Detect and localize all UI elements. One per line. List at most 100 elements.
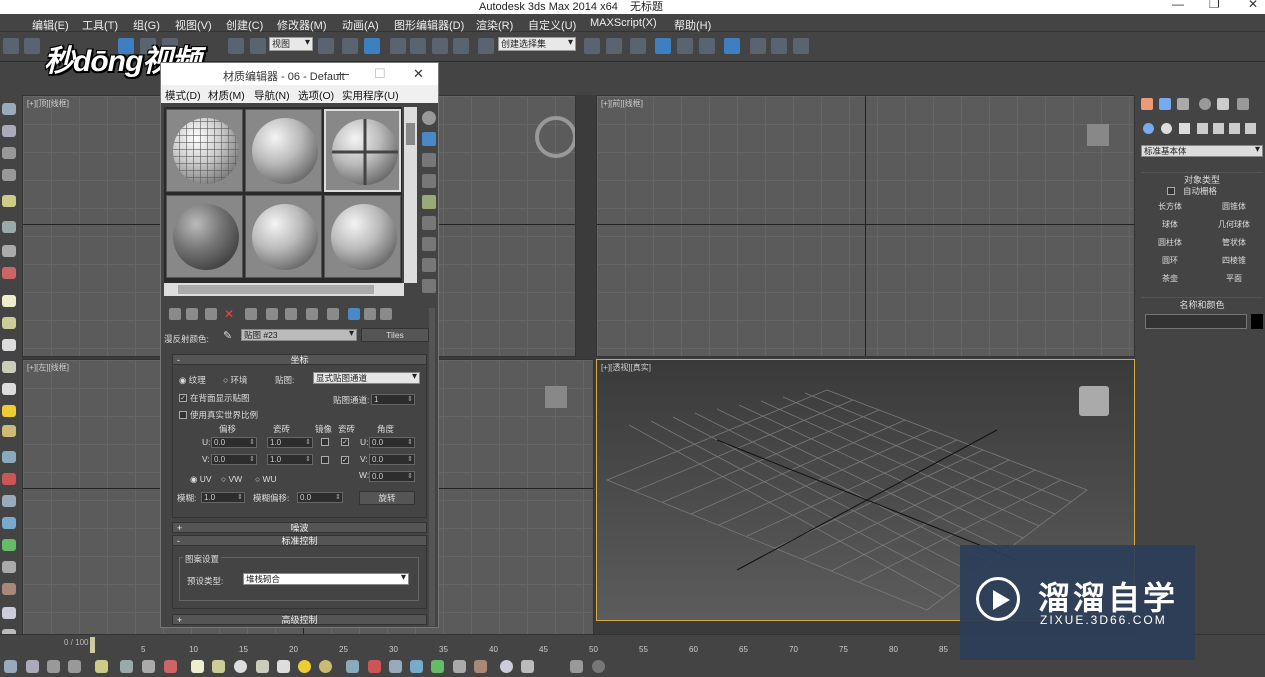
camera-icon[interactable] bbox=[2, 221, 16, 233]
sphere2-icon[interactable] bbox=[2, 425, 16, 437]
unlink-icon[interactable] bbox=[24, 38, 40, 54]
map-channel-spinner[interactable]: 1 bbox=[371, 394, 415, 405]
calc-icon[interactable] bbox=[521, 660, 534, 673]
viewport-label[interactable]: [+][透视][真实] bbox=[601, 362, 651, 373]
help-icon[interactable] bbox=[592, 660, 605, 673]
close-icon[interactable]: ✕ bbox=[413, 66, 424, 82]
show-map-icon[interactable] bbox=[327, 308, 339, 320]
script-icon[interactable] bbox=[570, 660, 583, 673]
category-dropdown[interactable]: 标准基本体 bbox=[1141, 145, 1263, 157]
assign-material-icon[interactable] bbox=[205, 308, 217, 320]
show-end-result-icon[interactable] bbox=[348, 308, 360, 320]
material-editor-icon[interactable] bbox=[724, 38, 740, 54]
grid-icon[interactable] bbox=[2, 451, 16, 463]
menu-graph-editors[interactable]: 图形编辑器(D) bbox=[394, 17, 464, 33]
v-tiling-spinner[interactable]: 1.0 bbox=[267, 454, 313, 465]
viewcube-icon[interactable] bbox=[545, 386, 567, 408]
v-mirror-checkbox[interactable] bbox=[321, 456, 329, 464]
biped-icon[interactable] bbox=[2, 495, 16, 507]
spacewarps-icon[interactable] bbox=[1229, 123, 1240, 134]
sphere2-icon[interactable] bbox=[319, 660, 332, 673]
geosphere-button[interactable]: 几何球体 bbox=[1203, 217, 1265, 233]
sample-slot[interactable] bbox=[324, 195, 401, 278]
link-icon[interactable] bbox=[3, 38, 19, 54]
object-color-swatch[interactable] bbox=[1251, 314, 1263, 329]
menu-material[interactable]: 材质(M) bbox=[208, 88, 245, 103]
go-forward-icon[interactable] bbox=[380, 308, 392, 320]
menu-navigation[interactable]: 导航(N) bbox=[254, 88, 290, 103]
minimize-icon[interactable]: — bbox=[1172, 0, 1184, 11]
snow-icon[interactable] bbox=[2, 607, 16, 619]
cameras-icon[interactable] bbox=[1197, 123, 1208, 134]
shape-icon[interactable] bbox=[2, 317, 16, 329]
hierarchy-tab-icon[interactable] bbox=[1177, 98, 1189, 110]
sun-icon[interactable] bbox=[298, 660, 311, 673]
selection-set-combo[interactable]: 创建选择集 bbox=[498, 37, 576, 51]
standard-controls-rollout-header[interactable]: - 标准控制 bbox=[172, 535, 427, 546]
time-slider-label[interactable]: 0 / 100 bbox=[64, 638, 88, 647]
advanced-controls-rollout-header[interactable]: + 高级控制 bbox=[172, 614, 427, 625]
wu-radio[interactable]: ○ WU bbox=[255, 474, 277, 484]
systems-icon[interactable] bbox=[1245, 123, 1256, 134]
uv-radio[interactable]: ◉ UV bbox=[190, 474, 212, 485]
u-tile-checkbox[interactable]: ✓ bbox=[341, 438, 349, 446]
vw-radio[interactable]: ○ VW bbox=[221, 474, 242, 484]
menu-rendering[interactable]: 渲染(R) bbox=[476, 17, 513, 33]
cone-button[interactable]: 圆锥体 bbox=[1203, 199, 1265, 215]
environ-radio[interactable]: ○ 环境 bbox=[223, 374, 248, 386]
motion-tab-icon[interactable] bbox=[1199, 98, 1211, 110]
slots-hscrollbar[interactable] bbox=[164, 283, 404, 296]
menu-group[interactable]: 组(G) bbox=[133, 17, 160, 33]
tube-button[interactable]: 管状体 bbox=[1203, 235, 1265, 251]
preset-type-dropdown[interactable]: 堆栈砌合 bbox=[243, 573, 409, 585]
sample-slot-active[interactable] bbox=[324, 109, 401, 192]
slots-vscrollbar[interactable] bbox=[404, 107, 417, 283]
globe-icon[interactable] bbox=[2, 517, 16, 529]
particles-icon[interactable] bbox=[164, 660, 177, 673]
utilities-tab-icon[interactable] bbox=[1237, 98, 1249, 110]
close-icon[interactable]: ✕ bbox=[1248, 0, 1258, 11]
sample-slot[interactable] bbox=[245, 109, 322, 192]
v-angle-spinner[interactable]: 0.0 bbox=[369, 454, 415, 465]
teapot-icon[interactable] bbox=[2, 103, 16, 115]
hand-icon[interactable] bbox=[2, 245, 16, 257]
viewport-front[interactable]: [+][前][线框] bbox=[596, 95, 1135, 357]
eyedropper-icon[interactable]: ✎ bbox=[223, 329, 232, 342]
teapot2-icon[interactable] bbox=[256, 660, 269, 673]
video-color-check-icon[interactable] bbox=[422, 195, 436, 209]
plant-icon[interactable] bbox=[2, 539, 16, 551]
make-unique-icon[interactable] bbox=[266, 308, 278, 320]
real-world-scale-checkbox[interactable] bbox=[179, 411, 187, 419]
geometry-icon[interactable] bbox=[1143, 123, 1154, 134]
v-tile-checkbox[interactable]: ✓ bbox=[341, 456, 349, 464]
reference-coord-combo[interactable]: 视图 bbox=[269, 37, 313, 51]
sample-slot[interactable] bbox=[166, 109, 243, 192]
plane-button[interactable]: 平面 bbox=[1203, 271, 1265, 287]
box-icon[interactable] bbox=[2, 295, 16, 307]
teapot-icon[interactable] bbox=[4, 660, 17, 673]
teapot2-icon[interactable] bbox=[2, 361, 16, 373]
bone-icon[interactable] bbox=[368, 660, 381, 673]
reset-icon[interactable]: ✕ bbox=[224, 308, 236, 320]
menu-help[interactable]: 帮助(H) bbox=[674, 17, 711, 33]
biped-icon[interactable] bbox=[389, 660, 402, 673]
put-to-scene-icon[interactable] bbox=[186, 308, 198, 320]
coordinates-rollout-header[interactable]: - 坐标 bbox=[172, 354, 427, 365]
pivot-icon[interactable] bbox=[318, 38, 334, 54]
shape-icon[interactable] bbox=[212, 660, 225, 673]
viewcube-icon[interactable] bbox=[1087, 124, 1109, 146]
torus-button[interactable]: 圆环 bbox=[1139, 253, 1201, 269]
object-type-header[interactable]: 对象类型 bbox=[1141, 172, 1263, 185]
list-icon[interactable] bbox=[68, 660, 81, 673]
schematic-icon[interactable] bbox=[699, 38, 715, 54]
graphite-icon[interactable] bbox=[655, 38, 671, 54]
rollout-scrollbar[interactable] bbox=[429, 308, 435, 626]
render-setup-icon[interactable] bbox=[750, 38, 766, 54]
menu-animation[interactable]: 动画(A) bbox=[342, 17, 379, 33]
angle-snap-icon[interactable] bbox=[410, 38, 426, 54]
hair-icon[interactable] bbox=[453, 660, 466, 673]
light-icon[interactable] bbox=[95, 660, 108, 673]
modify-tab-icon[interactable] bbox=[1159, 98, 1171, 110]
grid-icon[interactable] bbox=[346, 660, 359, 673]
helpers-icon[interactable] bbox=[1213, 123, 1224, 134]
